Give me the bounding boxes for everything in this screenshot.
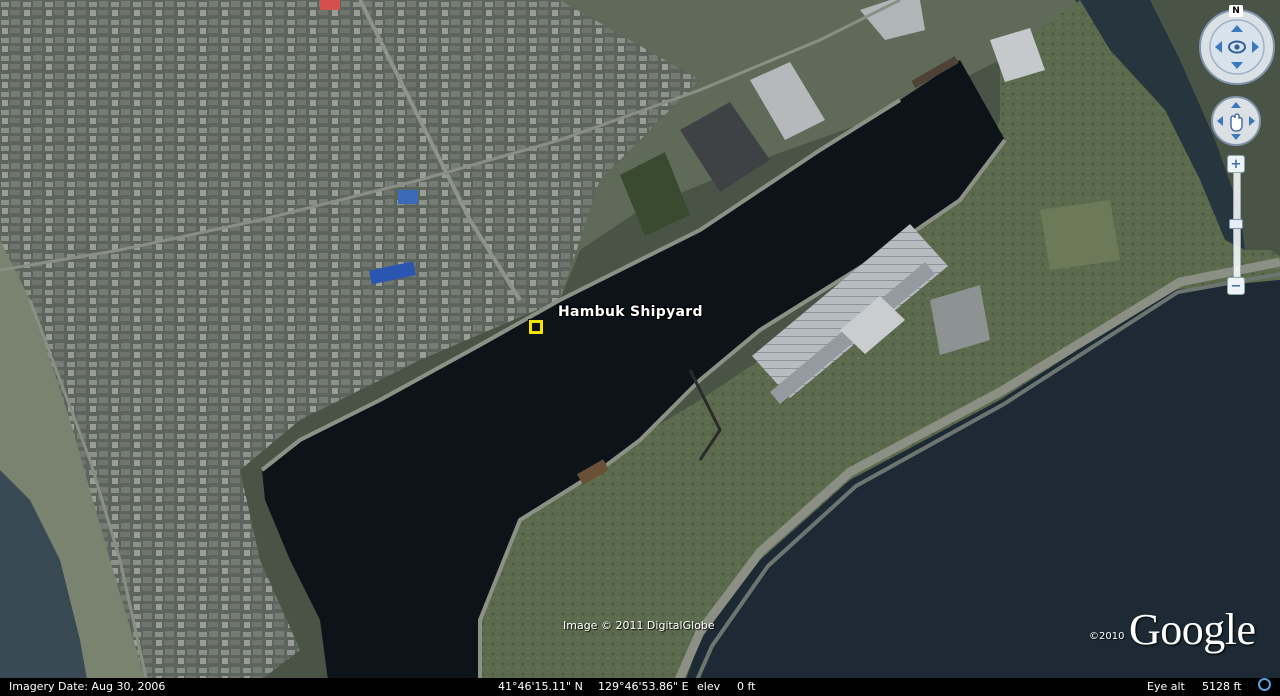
eye-altitude-label: Eye alt xyxy=(1147,680,1185,693)
streaming-progress-icon xyxy=(1258,678,1271,691)
look-joystick-icon[interactable] xyxy=(1198,8,1276,86)
logo-wordmark: Google xyxy=(1129,605,1256,654)
placemark-icon[interactable] xyxy=(528,319,544,335)
zoom-out-button[interactable]: − xyxy=(1227,277,1245,295)
longitude-readout: 129°46'53.86" E xyxy=(598,680,689,693)
imagery-attribution: Image © 2011 DigitalGlobe xyxy=(563,619,715,632)
satellite-imagery xyxy=(0,0,1280,696)
move-joystick-icon[interactable] xyxy=(1211,96,1261,146)
latitude-readout: 41°46'15.11" N xyxy=(498,680,583,693)
eye-altitude-value: 5128 ft xyxy=(1202,680,1242,693)
elevation-value: 0 ft xyxy=(737,680,756,693)
status-bar: Imagery Date: Aug 30, 2006 41°46'15.11" … xyxy=(0,678,1280,696)
north-indicator[interactable]: N xyxy=(1229,5,1243,17)
imagery-date: Imagery Date: Aug 30, 2006 xyxy=(9,680,166,693)
placemark-label[interactable]: Hambuk Shipyard xyxy=(558,304,703,320)
satellite-map[interactable]: Hambuk Shipyard Image © 2011 DigitalGlob… xyxy=(0,0,1280,696)
zoom-in-button[interactable]: + xyxy=(1227,155,1245,173)
zoom-slider-thumb[interactable] xyxy=(1229,219,1243,229)
elevation-label: elev xyxy=(697,680,721,693)
logo-copyright-year: ©2010 xyxy=(1089,631,1125,642)
